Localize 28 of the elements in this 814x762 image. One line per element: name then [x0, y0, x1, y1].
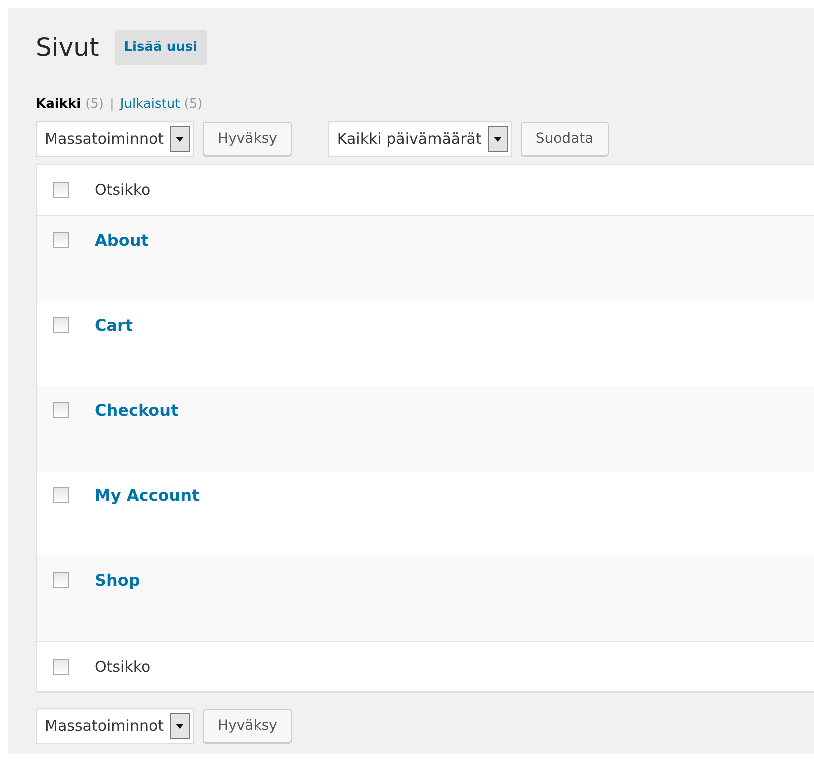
separator: |	[110, 96, 114, 112]
checkbox[interactable]	[53, 658, 69, 674]
view-filter-link[interactable]: Julkaistut (5)	[120, 96, 203, 112]
checkbox[interactable]	[53, 402, 69, 418]
add-new-button[interactable]: Lisää uusi	[115, 30, 207, 64]
dropdown[interactable]: Massatoiminnot	[36, 121, 194, 157]
filter-button[interactable]: Suodata	[520, 122, 609, 156]
page-title-link[interactable]: Checkout	[95, 401, 179, 420]
page-title-link[interactable]: Shop	[95, 571, 140, 590]
apply-button[interactable]: Hyväksy	[203, 709, 292, 743]
caret-icon	[488, 126, 508, 152]
page-title-link[interactable]: About	[95, 231, 149, 250]
apply-button[interactable]: Hyväksy	[203, 122, 292, 156]
column-header[interactable]: Otsikko	[95, 181, 151, 199]
checkbox[interactable]	[53, 182, 69, 198]
page-title: Sivut	[36, 32, 100, 62]
caret-icon	[170, 126, 190, 152]
dropdown[interactable]: Massatoiminnot	[36, 708, 194, 744]
dropdown[interactable]: Kaikki päivämäärät	[328, 121, 512, 157]
checkbox[interactable]	[53, 487, 69, 503]
checkbox[interactable]	[53, 232, 69, 248]
checkbox[interactable]	[53, 572, 69, 588]
view-filter-link[interactable]: Kaikki (5)	[36, 96, 104, 112]
column-header[interactable]: Otsikko	[95, 658, 151, 676]
checkbox[interactable]	[53, 317, 69, 333]
caret-icon	[170, 713, 190, 739]
page-title-link[interactable]: My Account	[95, 486, 200, 505]
page-title-link[interactable]: Cart	[95, 316, 134, 335]
